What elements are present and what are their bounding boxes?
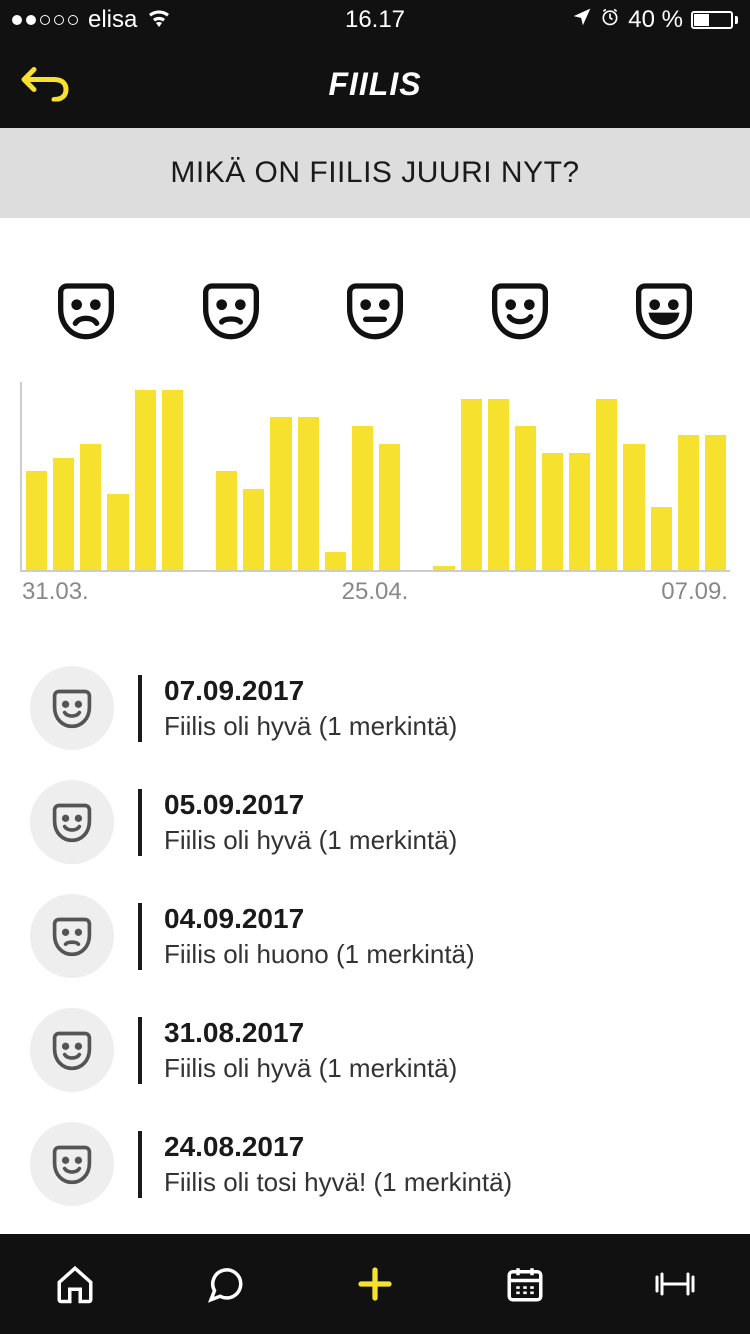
prompt-band: MIKÄ ON FIILIS JUURI NYT? <box>0 128 750 218</box>
chart-bar <box>26 471 47 570</box>
entry-text: 04.09.2017 Fiilis oli huono (1 merkintä) <box>138 903 475 970</box>
chart-bar <box>678 435 699 570</box>
entry-date: 07.09.2017 <box>164 675 457 707</box>
chart-bar <box>705 435 726 570</box>
list-item[interactable]: 24.08.2017 Fiilis oli tosi hyvä! (1 merk… <box>30 1122 720 1206</box>
entry-desc: Fiilis oli hyvä (1 merkintä) <box>164 825 457 856</box>
status-right: 40 % <box>405 6 738 34</box>
chart-bar <box>515 426 536 570</box>
chart-bar <box>461 399 482 570</box>
mood-happy-button[interactable] <box>488 278 552 342</box>
chart-bar <box>569 453 590 570</box>
chart-bar <box>352 426 373 570</box>
entry-desc: Fiilis oli hyvä (1 merkintä) <box>164 1053 457 1084</box>
signal-strength-icon <box>12 15 78 25</box>
entry-date: 31.08.2017 <box>164 1017 457 1049</box>
chart-bar <box>298 417 319 570</box>
battery-icon <box>691 11 738 29</box>
chart-bars <box>20 382 730 572</box>
entry-text: 24.08.2017 Fiilis oli tosi hyvä! (1 merk… <box>138 1131 512 1198</box>
entry-text: 31.08.2017 Fiilis oli hyvä (1 merkintä) <box>138 1017 457 1084</box>
list-item[interactable]: 05.09.2017 Fiilis oli hyvä (1 merkintä) <box>30 780 720 864</box>
chart-bar <box>243 489 264 570</box>
alarm-icon <box>600 6 620 34</box>
nav-calendar-button[interactable] <box>495 1254 555 1314</box>
prompt-text: MIKÄ ON FIILIS JUURI NYT? <box>170 156 579 190</box>
wifi-icon <box>147 6 171 34</box>
list-item[interactable]: 07.09.2017 Fiilis oli hyvä (1 merkintä) <box>30 666 720 750</box>
entry-mood-icon <box>30 666 114 750</box>
entry-date: 24.08.2017 <box>164 1131 512 1163</box>
entry-mood-icon <box>30 894 114 978</box>
status-left: elisa <box>12 6 345 34</box>
list-item[interactable]: 04.09.2017 Fiilis oli huono (1 merkintä) <box>30 894 720 978</box>
chart-bar <box>623 444 644 570</box>
battery-label: 40 % <box>628 6 683 34</box>
status-bar: elisa 16.17 40 % <box>0 0 750 40</box>
nav-chat-button[interactable] <box>195 1254 255 1314</box>
axis-left: 31.03. <box>22 578 89 606</box>
entry-desc: Fiilis oli tosi hyvä! (1 merkintä) <box>164 1167 512 1198</box>
nav-workout-button[interactable] <box>645 1254 705 1314</box>
chart-axis: 31.03. 25.04. 07.09. <box>20 578 730 606</box>
location-icon <box>572 6 592 34</box>
chart-bar <box>488 399 509 570</box>
axis-right: 07.09. <box>661 578 728 606</box>
chart-bar <box>651 507 672 570</box>
status-time: 16.17 <box>345 6 405 34</box>
chart-bar <box>53 458 74 570</box>
chart-bar <box>270 417 291 570</box>
mood-very-happy-button[interactable] <box>632 278 696 342</box>
list-item[interactable]: 31.08.2017 Fiilis oli hyvä (1 merkintä) <box>30 1008 720 1092</box>
app-header: FIILIS <box>0 40 750 128</box>
entry-mood-icon <box>30 1122 114 1206</box>
nav-home-button[interactable] <box>45 1254 105 1314</box>
carrier-label: elisa <box>88 6 137 34</box>
mood-neutral-button[interactable] <box>343 278 407 342</box>
entries-list: 07.09.2017 Fiilis oli hyvä (1 merkintä) … <box>0 646 750 1320</box>
entry-mood-icon <box>30 780 114 864</box>
entry-date: 05.09.2017 <box>164 789 457 821</box>
chart-bar <box>379 444 400 570</box>
chart-bar <box>596 399 617 570</box>
chart-bar <box>80 444 101 570</box>
entry-mood-icon <box>30 1008 114 1092</box>
entry-desc: Fiilis oli huono (1 merkintä) <box>164 939 475 970</box>
chart-bar <box>325 552 346 570</box>
chart-bar <box>162 390 183 570</box>
back-button[interactable] <box>20 62 70 107</box>
chart-bar <box>542 453 563 570</box>
entry-text: 07.09.2017 Fiilis oli hyvä (1 merkintä) <box>138 675 457 742</box>
bottom-nav <box>0 1234 750 1334</box>
axis-center: 25.04. <box>342 578 409 606</box>
chart-bar <box>135 390 156 570</box>
entry-desc: Fiilis oli hyvä (1 merkintä) <box>164 711 457 742</box>
mood-very-sad-button[interactable] <box>54 278 118 342</box>
chart-bar <box>107 494 128 570</box>
mood-chart: 31.03. 25.04. 07.09. <box>20 382 730 606</box>
nav-add-button[interactable] <box>345 1254 405 1314</box>
entry-date: 04.09.2017 <box>164 903 475 935</box>
page-title: FIILIS <box>328 66 421 103</box>
chart-bar <box>433 566 454 570</box>
entry-text: 05.09.2017 Fiilis oli hyvä (1 merkintä) <box>138 789 457 856</box>
mood-picker <box>0 218 750 382</box>
mood-sad-button[interactable] <box>199 278 263 342</box>
chart-bar <box>216 471 237 570</box>
